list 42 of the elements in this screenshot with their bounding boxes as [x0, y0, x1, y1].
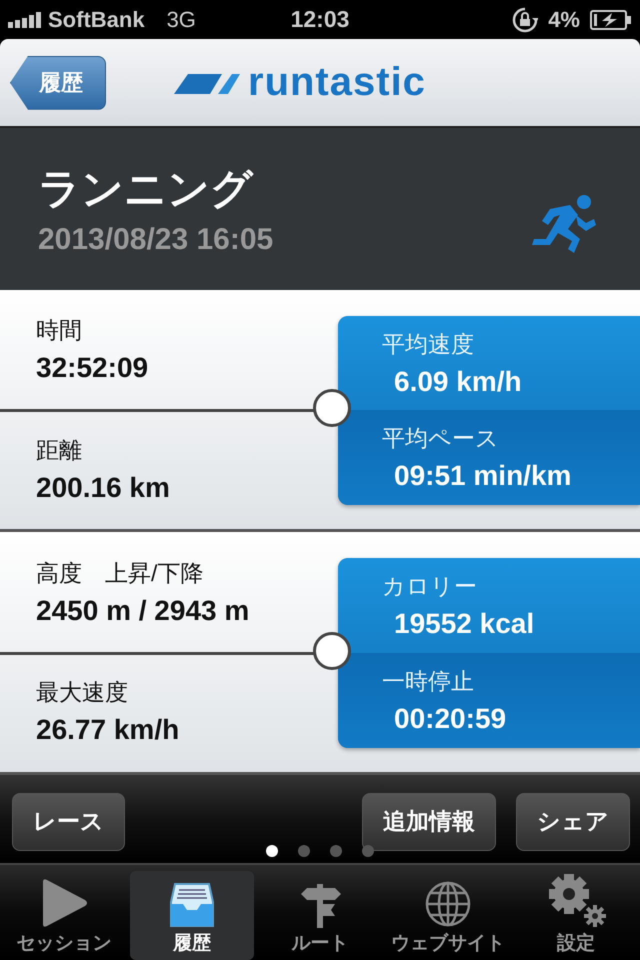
stat-value: 2450 m / 2943 m — [36, 594, 250, 627]
stat-value: 6.09 km/h — [393, 366, 523, 398]
stat-label: 平均ペース — [382, 424, 500, 454]
toolbar-button[interactable]: シェア — [516, 792, 630, 851]
activity-date: 2013/08/23 16:05 — [38, 222, 274, 257]
tab-item[interactable]: ルート — [258, 871, 382, 960]
stat-label: 最大速度 — [36, 678, 129, 708]
stat-value: 32:52:09 — [36, 352, 150, 384]
signal-icon — [8, 12, 42, 28]
tab-item[interactable]: 履歴 — [130, 871, 254, 960]
back-button[interactable]: 履歴 — [10, 56, 106, 110]
stat-label: 時間 — [36, 316, 83, 346]
race-button[interactable]: レース — [12, 792, 125, 851]
globe-icon — [424, 880, 472, 928]
toolbar-button[interactable]: 追加情報 — [362, 792, 496, 851]
stat-value: 26.77 km/h — [36, 714, 180, 746]
page-dot[interactable] — [362, 845, 374, 858]
stat-label: カロリー — [382, 572, 478, 602]
stat-label: 平均速度 — [382, 330, 475, 359]
page-dot[interactable] — [298, 845, 310, 858]
network-type: 3G — [166, 6, 196, 33]
logo: runtastic — [248, 60, 426, 106]
stat-value: 19552 kcal — [393, 608, 536, 640]
carrier-name: SoftBank — [48, 6, 145, 33]
activity-title: ランニング — [38, 164, 254, 214]
page-dot[interactable] — [266, 845, 278, 858]
rotation-lock-icon — [512, 6, 538, 33]
clock: 12:03 — [290, 6, 350, 34]
tab-item[interactable]: ウェブサイト — [386, 871, 510, 960]
stat-value: 00:20:59 — [393, 702, 508, 735]
battery-percent: 4% — [548, 6, 580, 33]
stat-value: 200.16 km — [36, 472, 171, 504]
tab-item[interactable]: 設定 — [514, 871, 638, 960]
page-dot[interactable] — [330, 845, 342, 858]
battery-charging-icon — [590, 10, 632, 30]
stat-label: 距離 — [36, 436, 83, 465]
tab-item[interactable]: セッション — [2, 871, 126, 960]
runner-icon — [530, 192, 596, 255]
tray-icon — [169, 882, 215, 928]
stat-label: 高度 上昇/下降 — [36, 558, 204, 588]
stat-label: 一時停止 — [382, 666, 475, 696]
stat-value: 09:51 min/km — [393, 460, 572, 492]
